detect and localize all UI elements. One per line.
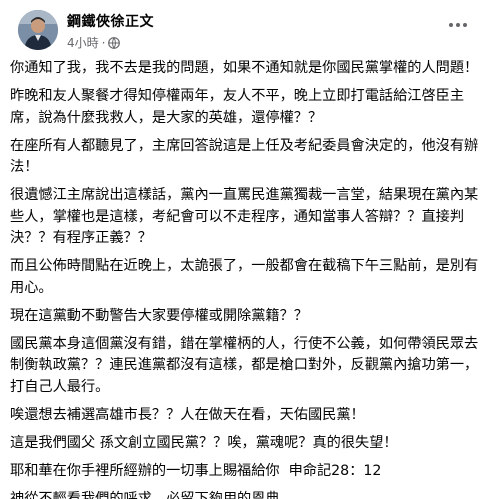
meta-separator: · (101, 35, 106, 50)
post-paragraph: 國民黨本身這個黨沒有錯，錯在掌權柄的人，行使不公義，如何帶領民眾去制衡執政黨？？… (10, 335, 479, 395)
post-paragraph: 而且公佈時間點在近晚上，太詭張了，一般都會在截稿下午三點前，是別有用心。 (10, 258, 479, 296)
post-header: 鋼鐵俠徐正文 4小時 · (10, 0, 479, 58)
post-paragraph: 你通知了我，我不去是我的問題，如果不通知就是你國民黨掌權的人問題！ (10, 60, 479, 76)
post-paragraph: 很遺憾江主席說出這樣話，黨內一直罵民進黨獨裁一言堂，結果現在黨內某些人，掌權也是… (10, 187, 479, 246)
author-name[interactable]: 鋼鐵俠徐正文 (67, 11, 154, 31)
post-paragraph: 在座所有人都聽見了，主席回答說這是上任及考紀委員會決定的，他沒有辦法！ (10, 137, 479, 176)
post-paragraph: 昨晚和友人聚餐才得知停權兩年，友人不平，晚上立即打電話給江啓臣主席，說為什麼我救… (10, 88, 465, 126)
post-paragraph: 現在這黨動不動警告大家要停權或開除黨籍？？ (10, 307, 308, 324)
more-options-icon[interactable] (445, 16, 471, 34)
post-meta: 4小時 · (67, 34, 121, 51)
post-time[interactable]: 4小時 (67, 34, 99, 51)
post-paragraph: 這是我們國父 孫文創立國民黨？？唉，黨魂呢？真的很失望！ (10, 434, 398, 451)
globe-icon[interactable] (108, 36, 121, 49)
avatar[interactable] (18, 10, 58, 50)
post-body: 你通知了我，我不去是我的問題，如果不通知就是你國民黨掌權的人問題！ 昨晚和友人聚… (10, 58, 479, 499)
post-paragraph: 神從不輕看我們的呼求，必留下夠用的恩典。 (10, 490, 294, 499)
post-paragraph: 唉還想去補選高雄市長？？人在做天在看，天佑國民黨！ (10, 406, 365, 423)
facebook-post: 鋼鐵俠徐正文 4小時 · 你通知了我，我不去是我的問題，如果不通知就是你國民黨掌… (0, 0, 489, 499)
post-paragraph: 耶和華在你手裡所經辦的一切事上賜福給你 申命記28：12 (10, 462, 382, 479)
